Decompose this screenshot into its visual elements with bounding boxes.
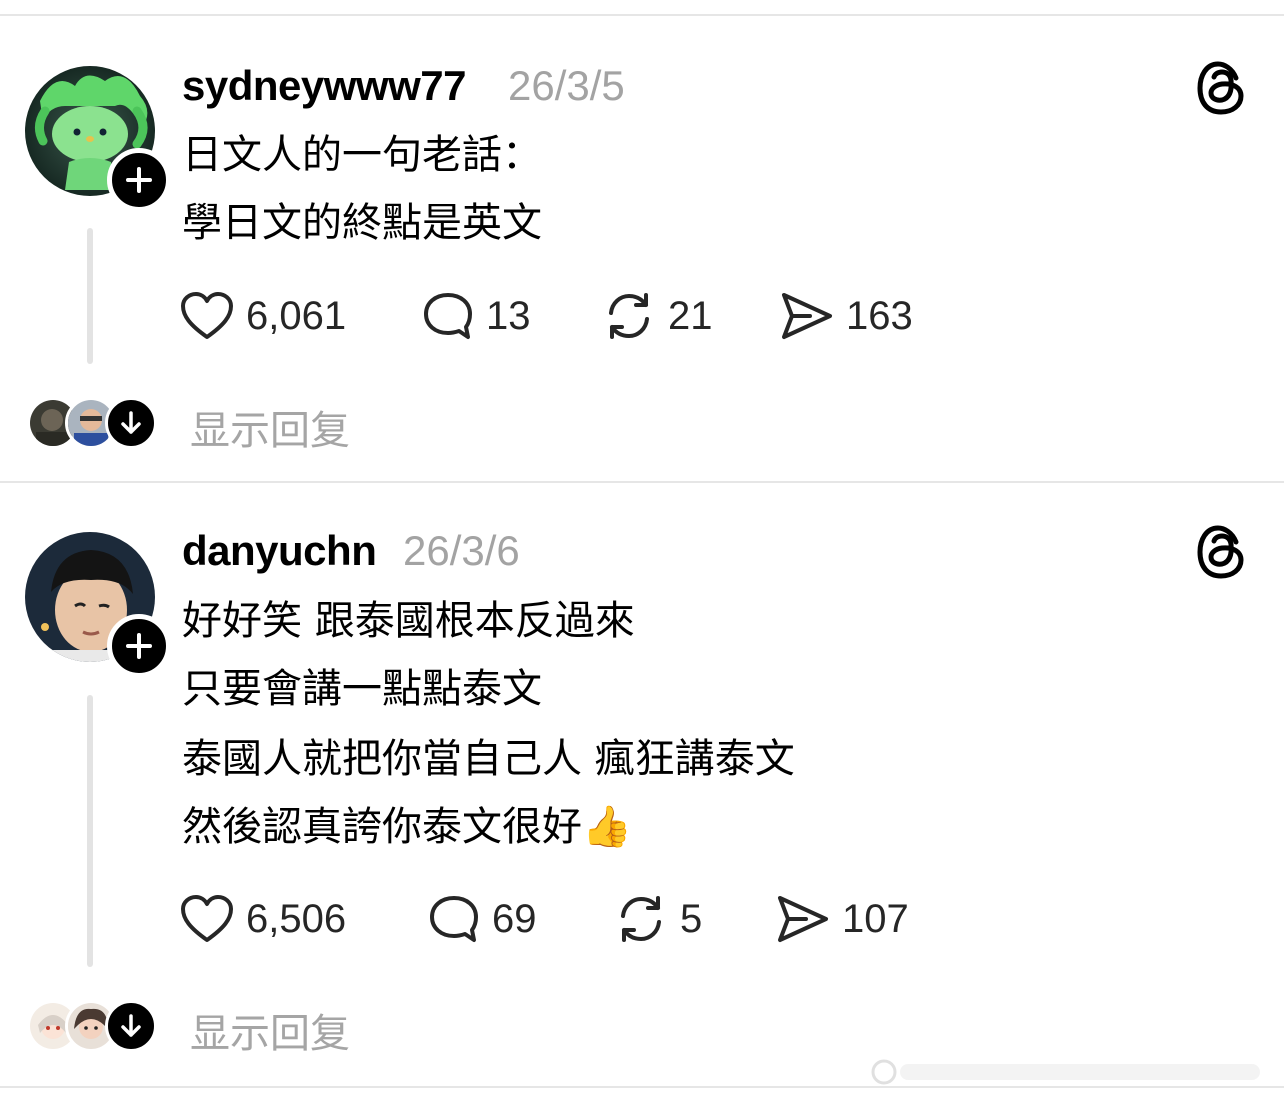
post-2-text-line-4: 然後認真誇你泰文很好👍 — [182, 802, 632, 852]
post-1-text-line-2: 學日文的終點是英文 — [182, 200, 542, 246]
thumbs-up-emoji: 👍 — [582, 804, 632, 850]
thread-line — [87, 228, 93, 364]
comment-icon — [424, 293, 472, 339]
plus-icon — [126, 633, 152, 659]
like-count: 6,506 — [246, 896, 347, 941]
post-2-username[interactable]: danyuchn — [182, 527, 377, 575]
like-button[interactable]: 6,506 — [180, 891, 346, 947]
show-replies-link[interactable]: 显示回复 — [190, 1001, 350, 1059]
share-button[interactable]: 163 — [780, 288, 913, 344]
threads-logo-icon[interactable] — [1196, 524, 1246, 580]
expand-replies-button[interactable] — [105, 397, 157, 449]
show-replies-link[interactable]: 显示回复 — [190, 398, 350, 456]
repost-count: 5 — [680, 896, 703, 941]
comment-count: 13 — [486, 293, 531, 338]
repost-icon — [609, 293, 649, 339]
repost-icon — [621, 896, 661, 942]
share-icon — [778, 896, 828, 942]
share-count: 107 — [842, 896, 909, 941]
heart-icon — [181, 292, 233, 339]
repost-count: 21 — [668, 293, 713, 338]
like-count: 6,061 — [246, 293, 347, 338]
post-divider — [0, 481, 1284, 483]
repost-button[interactable]: 21 — [602, 288, 713, 344]
share-button[interactable]: 107 — [776, 891, 909, 947]
share-icon — [782, 293, 832, 339]
post-2-text-line-4-text: 然後認真誇你泰文很好 — [182, 804, 582, 850]
comment-button[interactable]: 69 — [428, 891, 537, 947]
post-2-text-line-1: 好好笑 跟泰國根本反過來 — [182, 598, 635, 644]
share-count: 163 — [846, 293, 913, 338]
plus-icon — [126, 167, 152, 193]
post-2-text-line-3: 泰國人就把你當自己人 瘋狂講泰文 — [182, 736, 795, 782]
threads-logo-icon[interactable] — [1196, 60, 1246, 116]
comment-icon — [430, 896, 478, 942]
arrow-down-icon — [121, 411, 141, 434]
follow-button[interactable] — [107, 614, 171, 678]
watermark — [870, 1052, 1270, 1092]
post-1-avatar-wrap[interactable] — [25, 66, 171, 212]
reply-avatars[interactable] — [27, 397, 157, 449]
follow-button[interactable] — [107, 148, 171, 212]
expand-replies-button[interactable] — [105, 1000, 157, 1052]
arrow-down-icon — [121, 1014, 141, 1037]
reply-avatars[interactable] — [27, 1000, 157, 1052]
post-1-username[interactable]: sydneywww77 — [182, 62, 466, 110]
thread-line — [87, 695, 93, 967]
post-2-date: 26/3/6 — [403, 527, 520, 574]
comment-button[interactable]: 13 — [422, 288, 531, 344]
post-2-text-line-2: 只要會講一點點泰文 — [182, 666, 542, 712]
like-button[interactable]: 6,061 — [180, 288, 346, 344]
post-1-text-line-1: 日文人的一句老話： — [182, 132, 542, 178]
comment-count: 69 — [492, 896, 537, 941]
post-1-date: 26/3/5 — [508, 62, 625, 109]
post-2-avatar-wrap[interactable] — [25, 532, 171, 678]
heart-icon — [181, 895, 233, 942]
repost-button[interactable]: 5 — [614, 891, 702, 947]
top-divider — [0, 14, 1284, 16]
